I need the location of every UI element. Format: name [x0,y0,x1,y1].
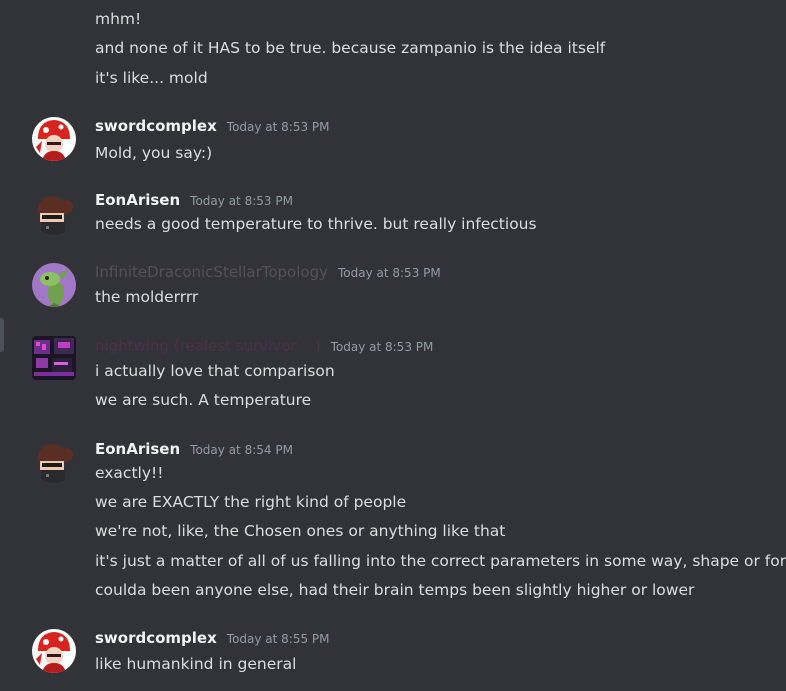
message-text: we are such. A temperature [95,391,312,409]
avatar[interactable] [32,439,76,483]
username[interactable]: swordcomplex [95,629,217,647]
message-text: the molderrrr [95,288,199,306]
message-text: we're not, like, the Chosen ones or anyt… [95,522,506,540]
message-text: like humankind in general [95,655,297,673]
timestamp[interactable]: Today at 8:54 PM [190,443,293,457]
avatar[interactable] [32,263,76,307]
message-text: exactly!! [95,464,164,482]
red-mushroom-character-avatar [32,117,76,161]
message-text: it's like... mold [95,69,208,87]
message-text: we are EXACTLY the right kind of people [95,493,407,511]
timestamp[interactable]: Today at 8:55 PM [227,632,330,646]
chat-scroll-indicator[interactable] [0,318,4,352]
username[interactable]: nightwing (realest survivor ♡) [95,337,321,355]
brown-haired-character-avatar [32,439,76,483]
avatar[interactable] [32,629,76,673]
message-text: coulda been anyone else, had their brain… [95,581,695,599]
message-text: Mold, you say:) [95,144,213,162]
message-text: and none of it HAS to be true. because z… [95,39,606,57]
message-text: i actually love that comparison [95,362,335,380]
timestamp[interactable]: Today at 8:53 PM [190,194,293,208]
timestamp[interactable]: Today at 8:53 PM [227,120,330,134]
message-text: it's just a matter of all of us falling … [95,552,786,570]
username[interactable]: EonArisen [95,440,180,458]
red-mushroom-character-avatar [32,629,76,673]
username[interactable]: EonArisen [95,191,180,209]
username[interactable]: swordcomplex [95,117,217,135]
green-creature-avatar [32,263,76,307]
avatar[interactable] [32,117,76,161]
message-text: mhm! [95,10,142,28]
message-text: needs a good temperature to thrive. but … [95,215,537,233]
username[interactable]: InfiniteDraconicStellarTopology [95,263,328,281]
timestamp[interactable]: Today at 8:53 PM [331,340,434,354]
avatar[interactable] [32,336,76,380]
timestamp[interactable]: Today at 8:53 PM [338,266,441,280]
purple-pixel-art-avatar [32,336,76,380]
avatar[interactable] [32,191,76,235]
brown-haired-character-avatar [32,191,76,235]
